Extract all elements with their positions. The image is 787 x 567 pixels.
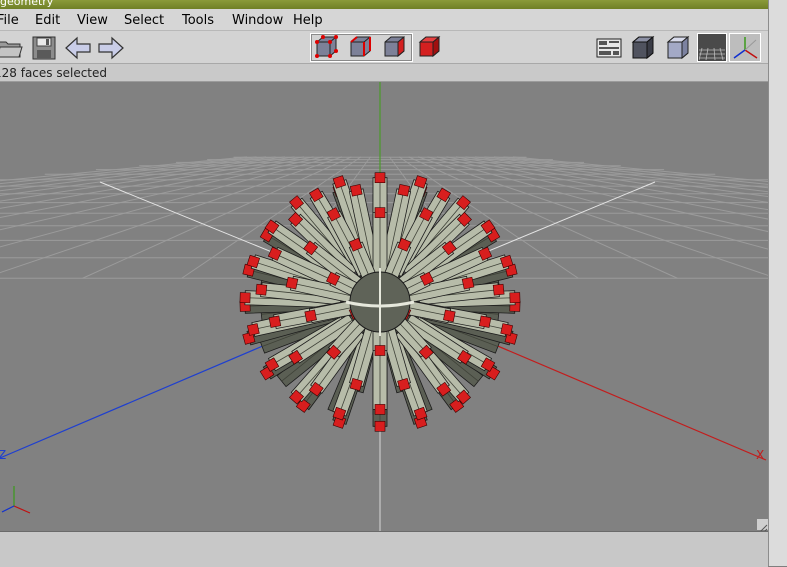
main-toolbar <box>0 31 768 64</box>
layout-panel-button[interactable] <box>595 34 623 61</box>
spiky-sphere-mesh[interactable] <box>239 172 521 432</box>
x-axis-label: X <box>756 448 764 462</box>
open-folder-icon <box>0 41 23 57</box>
object-select-button[interactable] <box>415 33 443 60</box>
save-disk-icon <box>32 36 56 59</box>
selected-face <box>247 323 260 336</box>
selected-face <box>268 315 282 328</box>
z-axis-label: Z <box>0 448 6 462</box>
bottom-panel <box>0 531 768 567</box>
grid-toggle-icon <box>699 47 725 60</box>
edge-select-button[interactable] <box>346 33 374 60</box>
grid-toggle-button[interactable] <box>697 33 727 62</box>
light-cube-icon <box>666 35 690 59</box>
vertex-select-icon <box>315 34 338 58</box>
selected-face <box>374 404 386 415</box>
selected-face <box>374 172 386 184</box>
edge-select-icon <box>350 35 371 56</box>
forward-button[interactable] <box>97 34 125 61</box>
back-button[interactable] <box>64 34 92 61</box>
selection-status-text: 128 faces selected <box>0 66 107 80</box>
lit-view-button[interactable] <box>664 34 692 61</box>
menu-edit[interactable]: Edit <box>35 13 60 28</box>
shaded-view-button[interactable] <box>629 34 657 61</box>
orientation-gizmo <box>1 486 31 514</box>
side-panel-edge <box>768 0 787 566</box>
selected-face <box>500 323 513 336</box>
selected-face <box>349 183 363 197</box>
selected-face <box>374 345 386 356</box>
window-title: geometry <box>0 0 54 8</box>
selected-face <box>492 283 505 296</box>
grid-line <box>0 156 267 188</box>
menu-file[interactable]: File <box>0 13 19 28</box>
selected-face <box>443 309 456 323</box>
selected-face <box>461 276 475 290</box>
forward-arrow-icon <box>98 36 124 59</box>
menu-view[interactable]: View <box>77 13 108 28</box>
selected-face <box>285 276 299 290</box>
face-select-icon <box>384 35 405 57</box>
shaded-cube-icon <box>631 35 655 59</box>
selected-face <box>374 207 386 218</box>
viewport-canvas[interactable]: X Z <box>0 82 768 531</box>
selected-face <box>397 183 411 197</box>
selected-face <box>509 292 521 304</box>
face-select-button[interactable] <box>380 33 408 60</box>
grid-line <box>484 156 768 193</box>
object-select-icon <box>418 35 441 57</box>
save-button[interactable] <box>30 34 58 61</box>
menu-tools[interactable]: Tools <box>182 13 214 28</box>
selected-face <box>255 283 268 296</box>
menu-bar: File Edit View Select Tools Window Help <box>0 9 768 31</box>
layout-panel-icon <box>596 38 622 57</box>
menu-select[interactable]: Select <box>124 13 164 28</box>
selected-face <box>478 315 492 328</box>
viewport-resize-grip[interactable] <box>757 519 768 534</box>
3d-viewport[interactable]: X Z <box>0 82 768 531</box>
selected-face <box>304 309 317 323</box>
menu-window[interactable]: Window <box>232 13 283 28</box>
status-bar: 128 faces selected <box>0 64 768 82</box>
window-titlebar: geometry <box>0 0 768 9</box>
menu-help[interactable]: Help <box>293 13 323 28</box>
grid-line <box>0 156 276 192</box>
open-folder-button[interactable] <box>0 34 24 61</box>
selected-face <box>239 292 251 304</box>
axes-toggle-button[interactable] <box>729 33 761 62</box>
axes-toggle-icon <box>733 36 758 59</box>
back-arrow-icon <box>65 36 91 59</box>
vertex-select-button[interactable] <box>312 33 340 60</box>
selected-face <box>374 420 386 432</box>
